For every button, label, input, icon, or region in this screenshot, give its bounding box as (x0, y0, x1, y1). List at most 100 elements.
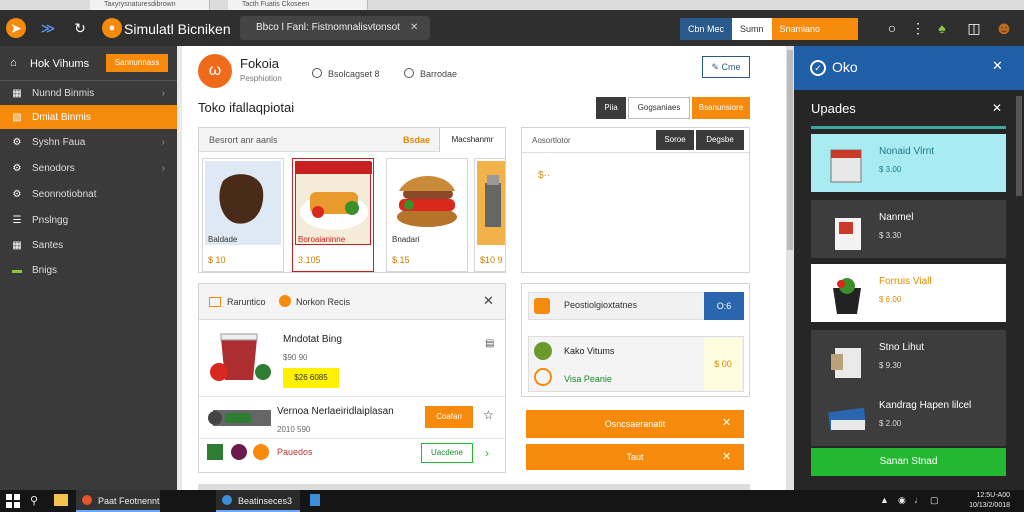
close-icon[interactable]: ✕ (483, 293, 494, 309)
update-item-title: Nonaid Vlrnt (879, 146, 935, 157)
cart-icon[interactable]: ◫ (964, 18, 984, 38)
update-item[interactable]: Nonaid Vlrnt $ 3.00 (811, 134, 1006, 192)
filter-button[interactable]: Gogsaniaes (628, 97, 690, 119)
battery-icon[interactable]: ▢ (930, 495, 939, 506)
cart-item-badge[interactable]: $26 6085 (283, 368, 339, 388)
home-icon[interactable]: ● (102, 18, 122, 38)
address-bar[interactable]: Bbco l Fanl: Fistnomnalisvtonsot (240, 16, 430, 40)
taskbar-app[interactable]: Beatinseces3 (216, 490, 300, 512)
right-panel-scrollbar[interactable] (1016, 96, 1022, 196)
cart-item-price: $90 90 (283, 353, 308, 362)
circle-icon[interactable]: ○ (882, 18, 902, 38)
app-logo-icon[interactable]: ➤ (6, 18, 26, 38)
forward-icon[interactable]: ≫ (38, 18, 58, 38)
extension-icon[interactable]: ♠ (932, 18, 952, 38)
close-icon[interactable]: ✕ (992, 58, 1003, 74)
cta-button[interactable]: Sanan Stnad (811, 448, 1006, 476)
star-icon[interactable]: ☆ (483, 408, 494, 422)
speaker-icon[interactable]: ♩ (914, 495, 923, 505)
settings-icon: ⚙ (12, 188, 22, 200)
circle-icon (534, 368, 552, 386)
product-tile[interactable]: Bnadari $.15 (386, 158, 468, 272)
cart-item-title: Vernoa Nerlaeiridlaiplasan (277, 406, 394, 417)
store-logo-icon: ω (198, 54, 232, 88)
sidebar-item-pnslngg[interactable]: ☰ Pnslngg (0, 208, 177, 232)
product-tile[interactable]: $10 9 (474, 158, 506, 272)
promo-line: Visa Peanie (564, 374, 612, 384)
windows-start-icon[interactable] (6, 494, 20, 508)
edit-button[interactable]: ✎ Cme (702, 56, 750, 78)
wifi-icon[interactable]: ◉ (898, 495, 906, 506)
update-item-price: $ 6.00 (879, 295, 902, 304)
sidebar-item-santes[interactable]: ▦ Santes (0, 233, 177, 257)
sidebar-item-syshn[interactable]: ⚙ Syshn Faua › (0, 130, 177, 154)
search-icon[interactable]: ⚲ (30, 494, 38, 507)
clock[interactable]: 12:5U-A00 10/13/2/0018 (948, 491, 1010, 511)
filter-button[interactable]: Piia (596, 97, 626, 119)
browser-tab[interactable]: Taxyrysnaturesdibrown (90, 0, 210, 10)
scrollbar-thumb[interactable] (787, 50, 793, 250)
products-header-button[interactable]: Macshanmr (439, 128, 505, 152)
update-item[interactable]: Forruis Viall $ 6.00 (811, 264, 1006, 322)
radio-button[interactable] (404, 68, 414, 78)
app-toolbar: ➤ ≫ ↻ ● Simulatl Bicniken Bbco l Fanl: F… (0, 10, 1024, 46)
toolbar-button[interactable]: Cbn Mec (680, 18, 733, 40)
filter-button[interactable]: Bsanunsiore (692, 97, 750, 119)
folder-icon[interactable] (54, 494, 68, 506)
list-icon[interactable]: ▤ (485, 338, 494, 349)
details-card: Aosortlotor Soroe Degsbe $·· (521, 127, 750, 273)
right-panel-header: ✓ Oko ✕ (794, 46, 1024, 90)
cart-item-price: 2010 590 (277, 425, 311, 434)
product-price: 3.105 (298, 255, 321, 265)
toolbar-button[interactable]: Sumn (732, 18, 772, 40)
avatar[interactable]: ☻ (994, 18, 1014, 38)
sidebar-header: Hok Vihums (30, 58, 90, 70)
document-icon[interactable] (310, 494, 320, 506)
product-name: Boroaianinne (298, 235, 346, 244)
promo-title: Peostiolgioxtatnes (564, 300, 638, 310)
list-icon: ☰ (12, 214, 22, 226)
sidebar-header-button[interactable]: Sannunnass (106, 54, 168, 72)
cart-item-action-button[interactable]: Coafan (425, 406, 473, 428)
update-item[interactable]: Stno Lihut $ 9.30 (811, 330, 1006, 388)
store-subtitle: Pesphiotion (240, 74, 282, 83)
sidebar-item-dmiat[interactable]: ▧ Dmiat Binmis (0, 105, 177, 129)
promo-value: $ 00 (704, 338, 742, 390)
toolbar-right-group: Cbn Mec Sumn Snamiano (680, 18, 858, 40)
close-icon[interactable]: ✕ (722, 416, 731, 429)
primary-action-button[interactable]: Osncsaeranatit (526, 410, 744, 438)
update-item[interactable]: Kandrag Hapen lilcel $ 2.00 (811, 388, 1006, 446)
cart-footer-button[interactable]: Uacdene (421, 443, 473, 463)
chevron-right-icon[interactable]: › (485, 446, 489, 460)
chevron-right-icon: › (161, 87, 165, 99)
divider (199, 396, 505, 397)
check-icon: ✓ (810, 60, 826, 76)
promo-line: Kako Vitums (564, 346, 615, 356)
product-tile[interactable]: Baldade $ 10 (202, 158, 284, 272)
toolbar-button[interactable]: Snamiano (771, 18, 858, 40)
promo-button[interactable]: O:6 (704, 292, 744, 320)
settings-icon: ⚙ (12, 162, 22, 174)
sidebar-item-nunnd[interactable]: ▦ Nunnd Binmis › (0, 81, 177, 105)
taskbar-app-label: Beatinseces3 (238, 496, 293, 506)
browser-icon (82, 495, 92, 505)
product-tile[interactable]: Boroaianinne 3.105 (292, 158, 374, 272)
menu-icon[interactable]: ⋮ (908, 18, 928, 38)
network-icon[interactable]: ▲ (880, 495, 889, 505)
reload-icon[interactable]: ↻ (70, 18, 90, 38)
details-button[interactable]: Degsbe (696, 130, 744, 150)
taskbar-app[interactable]: Paat Feotnennt (76, 490, 160, 512)
close-icon[interactable]: ✕ (992, 101, 1002, 115)
secondary-action-button[interactable]: Taut (526, 444, 744, 470)
sidebar-item-bnigs[interactable]: ▬ Bnigs (0, 258, 177, 282)
update-item[interactable]: Nanmel $ 3.30 (811, 200, 1006, 258)
browser-tab[interactable]: Tacth Fuatis Ckoseen (228, 0, 368, 10)
sidebar-item-seonnotiobnat[interactable]: ⚙ Seonnotiobnat (0, 182, 177, 206)
radio-button[interactable] (312, 68, 322, 78)
details-button[interactable]: Soroe (656, 130, 694, 150)
close-icon[interactable]: ✕ (410, 22, 418, 33)
right-panel-subtitle: Upades (811, 101, 856, 116)
sidebar-item-senodors[interactable]: ⚙ Senodors › (0, 156, 177, 180)
product-price: $.15 (392, 255, 410, 265)
close-icon[interactable]: ✕ (722, 450, 731, 463)
